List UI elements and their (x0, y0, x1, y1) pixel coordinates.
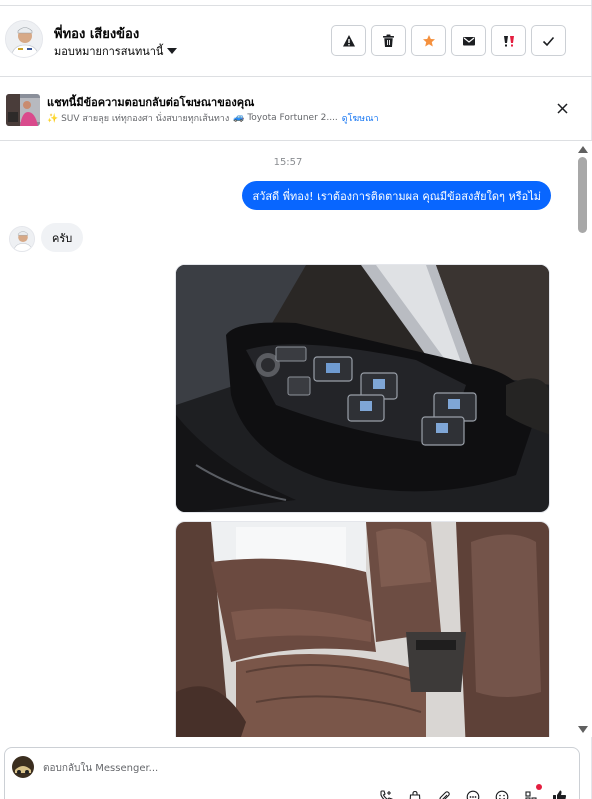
message-list-scrollbar[interactable] (576, 141, 592, 737)
warning-icon (342, 34, 355, 46)
mark-unread-button[interactable] (451, 25, 486, 56)
delete-button[interactable] (371, 25, 406, 56)
sender-avatar[interactable] (9, 226, 35, 252)
sender-avatar-image (10, 227, 34, 251)
attach-button[interactable] (435, 788, 452, 799)
saved-replies-button[interactable] (464, 788, 481, 799)
shopping-bag-icon (409, 790, 420, 799)
ad-text-1: ✨ SUV สายลุย เท่ทุกองศา นั่งสบายทุกเส้นท… (47, 114, 230, 124)
assign-label: มอบหมายการสนทนานี้ (54, 45, 164, 58)
caret-down-icon (167, 48, 178, 54)
envelope-icon (462, 36, 475, 45)
message-composer: ตอบกลับใน Messenger... (4, 747, 580, 799)
more-tools-button[interactable] (522, 784, 542, 799)
car-rear-seat-photo (176, 522, 549, 737)
car-door-switch-photo (176, 265, 549, 512)
conversation-header: พี่ทอง เสียงข้อง มอบหมายการสนทนานี้ (0, 6, 592, 77)
ad-text-2: 🚙 Toyota Fortuner 2.... (233, 113, 338, 123)
ad-thumbnail-image (6, 94, 40, 126)
report-button[interactable] (331, 25, 366, 56)
scroll-up-arrow-icon[interactable] (578, 146, 588, 153)
notification-dot (536, 784, 542, 790)
assign-conversation-dropdown[interactable]: มอบหมายการสนทนานี้ (54, 42, 178, 60)
star-icon (422, 34, 435, 46)
mark-done-button[interactable] (531, 25, 566, 56)
trash-icon (383, 34, 394, 47)
shopping-bag-button[interactable] (406, 788, 423, 799)
check-icon (542, 36, 555, 46)
thumbs-up-icon (553, 790, 567, 799)
spam-button[interactable] (491, 25, 526, 56)
page-avatar (12, 756, 34, 778)
close-banner-button[interactable] (554, 100, 570, 116)
contact-avatar[interactable] (5, 20, 43, 58)
scroll-down-arrow-icon[interactable] (578, 726, 588, 733)
reply-input[interactable]: ตอบกลับใน Messenger... (43, 761, 158, 776)
page-avatar-image (12, 756, 34, 778)
message-photo[interactable] (175, 521, 550, 737)
composer-tools (377, 784, 568, 799)
message-list[interactable]: 15:57 สวัสดี พี่ทอง! เราต้องการติดตามผล … (0, 141, 576, 737)
scrollbar-thumb[interactable] (578, 157, 587, 233)
message-timestamp: 15:57 (273, 157, 303, 168)
chat-dots-icon (466, 790, 479, 799)
incoming-message[interactable]: ครับ (41, 223, 84, 252)
ad-reply-title: แชทนี้มีข้อความตอบกลับต่อโฆษณาของคุณ (47, 96, 255, 109)
add-contact-button[interactable] (377, 788, 394, 799)
outgoing-message[interactable]: สวัสดี พี่ทอง! เราต้องการติดตามผล คุณมีข… (242, 181, 551, 210)
phone-plus-icon (379, 789, 393, 799)
message-photo[interactable] (175, 264, 550, 513)
contact-avatar-image (6, 21, 42, 57)
header-actions (331, 25, 566, 56)
contact-name: พี่ทอง เสียงข้อง (54, 27, 140, 42)
ad-reply-subtitle: ✨ SUV สายลุย เท่ทุกองศา นั่งสบายทุกเส้นท… (47, 111, 379, 125)
ad-reply-banner: แชทนี้มีข้อความตอบกลับต่อโฆษณาของคุณ ✨ S… (0, 78, 592, 141)
grid-tool-icon (524, 790, 537, 799)
emoji-button[interactable] (493, 788, 510, 799)
view-ad-link[interactable]: ดูโฆษณา (342, 111, 379, 125)
paperclip-icon (438, 790, 450, 799)
like-button[interactable] (551, 788, 568, 799)
close-icon (556, 102, 568, 114)
smiley-icon (495, 790, 508, 799)
ad-thumbnail[interactable] (6, 94, 40, 126)
messenger-conversation-panel: พี่ทอง เสียงข้อง มอบหมายการสนทนานี้ แชทน… (0, 0, 592, 799)
spam-icon (503, 35, 514, 46)
star-button[interactable] (411, 25, 446, 56)
